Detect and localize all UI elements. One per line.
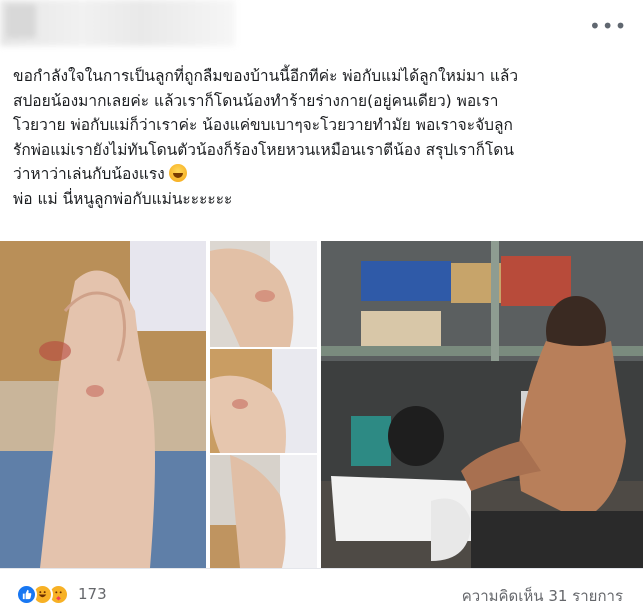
rofl-emoji-icon — [168, 164, 187, 182]
post-line-5-wrap: ว่าหาว่าเล่นกับน้องแรง — [13, 162, 638, 187]
more-options-button[interactable]: ••• — [589, 16, 626, 40]
comments-count-link[interactable]: ความคิดเห็น 31 รายการ — [462, 584, 623, 608]
post-line-4: รักพ่อแม่เรายังไม่ทันโดนตัวน้องก็ร้องโหย… — [13, 140, 514, 159]
post-line-2: สปอยน้องมากเลยค่ะ แล้วเราก็โดนน้องทำร้าย… — [13, 91, 499, 110]
post-header: ••• — [0, 0, 643, 62]
photo-grid[interactable] — [0, 241, 643, 568]
photo-arm-middle[interactable] — [210, 349, 317, 453]
post-footer: 173 ความคิดเห็น 31 รายการ — [0, 568, 643, 612]
post-line-1: ขอกำลังใจในการเป็นลูกที่ถูกลืมของบ้านนี้… — [13, 67, 519, 85]
blurred-author-info — [0, 0, 235, 46]
photo-arm-top[interactable] — [210, 241, 317, 347]
post-message: ขอกำลังใจในการเป็นลูกที่ถูกลืมของบ้านนี้… — [13, 64, 638, 211]
post-line-6: พ่อ แม่ นี่หนูลูกพ่อกับแม่นะะะะะะ — [13, 189, 233, 208]
post-line-5: ว่าหาว่าเล่นกับน้องแรง — [13, 165, 165, 183]
photo-hand-closeup[interactable] — [0, 241, 206, 568]
reaction-count: 173 — [78, 585, 107, 603]
post-line-3: โวยวาย พ่อกับแม่ก็ว่าเราค่ะ น้องแค่ขบเบา… — [13, 116, 513, 134]
photo-man-scene[interactable] — [321, 241, 643, 568]
photo-arm-bottom[interactable] — [210, 455, 317, 568]
like-reaction-icon — [16, 583, 37, 605]
reaction-summary[interactable]: 173 — [16, 583, 107, 605]
